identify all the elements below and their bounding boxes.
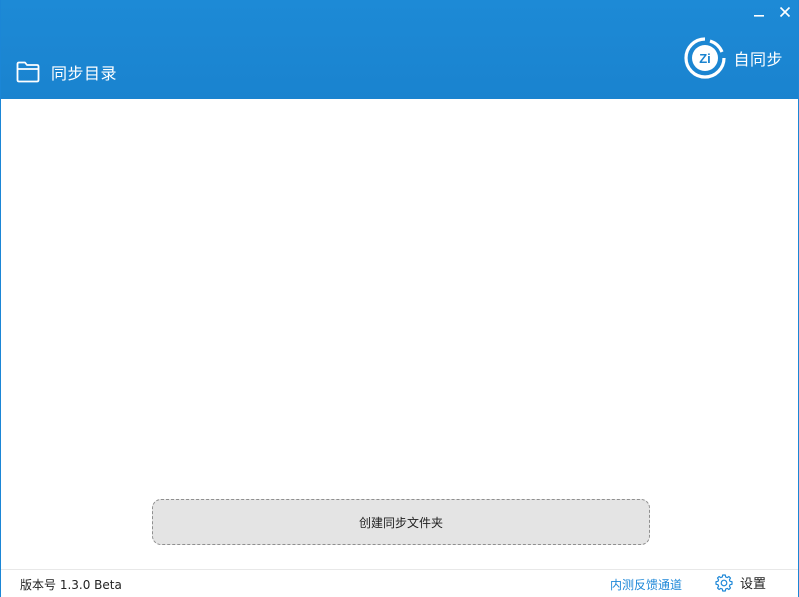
settings-label: 设置 — [740, 577, 767, 592]
settings-button[interactable]: 设置 — [715, 573, 766, 592]
version-label: 版本号 1.3.0 Beta — [20, 578, 122, 592]
folder-icon — [16, 61, 40, 83]
minimize-icon — [754, 15, 764, 17]
svg-text:Zi: Zi — [700, 51, 712, 66]
page-title: 同步目录 — [51, 64, 118, 83]
sync-directory-header: 同步目录 — [16, 60, 117, 84]
brand: Zi 自同步 — [684, 37, 783, 79]
create-sync-folder-button[interactable]: 创建同步文件夹 — [152, 499, 650, 545]
minimize-button[interactable] — [746, 2, 772, 22]
app-window: 同步目录 Zi 自同步 创建同步文件夹 版本号 1.3.0 Beta 内测反馈通… — [0, 0, 799, 597]
status-bar: 版本号 1.3.0 Beta 内测反馈通道 设置 — [1, 569, 798, 597]
feedback-channel-link[interactable]: 内测反馈通道 — [610, 576, 682, 593]
brand-logo-icon: Zi — [684, 37, 727, 79]
close-button[interactable] — [772, 2, 798, 22]
header-bar: 同步目录 Zi 自同步 — [1, 0, 798, 99]
gear-icon — [715, 573, 733, 592]
window-controls — [746, 2, 798, 22]
brand-name: 自同步 — [733, 50, 783, 69]
close-icon — [779, 6, 791, 18]
